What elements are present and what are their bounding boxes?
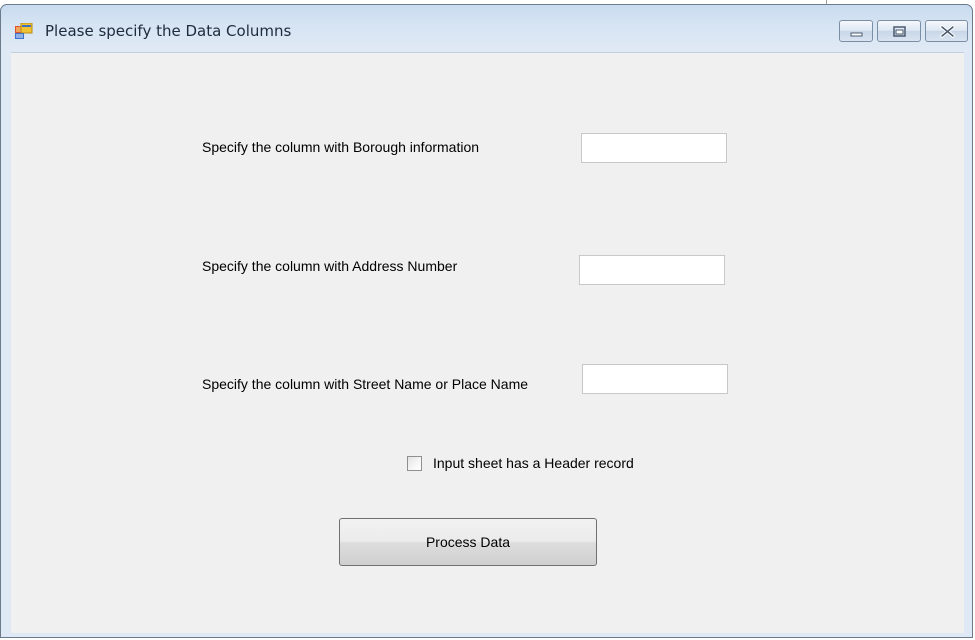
maximize-icon — [893, 26, 906, 37]
maximize-button[interactable] — [877, 20, 921, 42]
app-form-icon — [15, 22, 33, 39]
street-name-input[interactable] — [582, 364, 728, 394]
minimize-button[interactable] — [839, 20, 873, 42]
title-bar[interactable]: Please specify the Data Columns — [1, 5, 972, 49]
process-data-button[interactable]: Process Data — [339, 518, 597, 566]
address-number-input[interactable] — [579, 255, 725, 285]
close-icon — [940, 25, 955, 38]
window-title: Please specify the Data Columns — [45, 22, 292, 40]
dialog-window: Please specify the Data Columns Specify … — [0, 4, 973, 638]
minimize-icon — [850, 32, 863, 37]
close-button[interactable] — [925, 20, 968, 42]
borough-column-input[interactable] — [581, 133, 727, 163]
address-label: Specify the column with Address Number — [202, 258, 458, 274]
street-label: Specify the column with Street Name or P… — [202, 376, 529, 392]
header-record-label[interactable]: Input sheet has a Header record — [433, 455, 634, 471]
header-record-checkbox[interactable] — [407, 456, 422, 471]
form-client-area: Specify the column with Borough informat… — [11, 52, 964, 633]
borough-label: Specify the column with Borough informat… — [202, 139, 480, 155]
